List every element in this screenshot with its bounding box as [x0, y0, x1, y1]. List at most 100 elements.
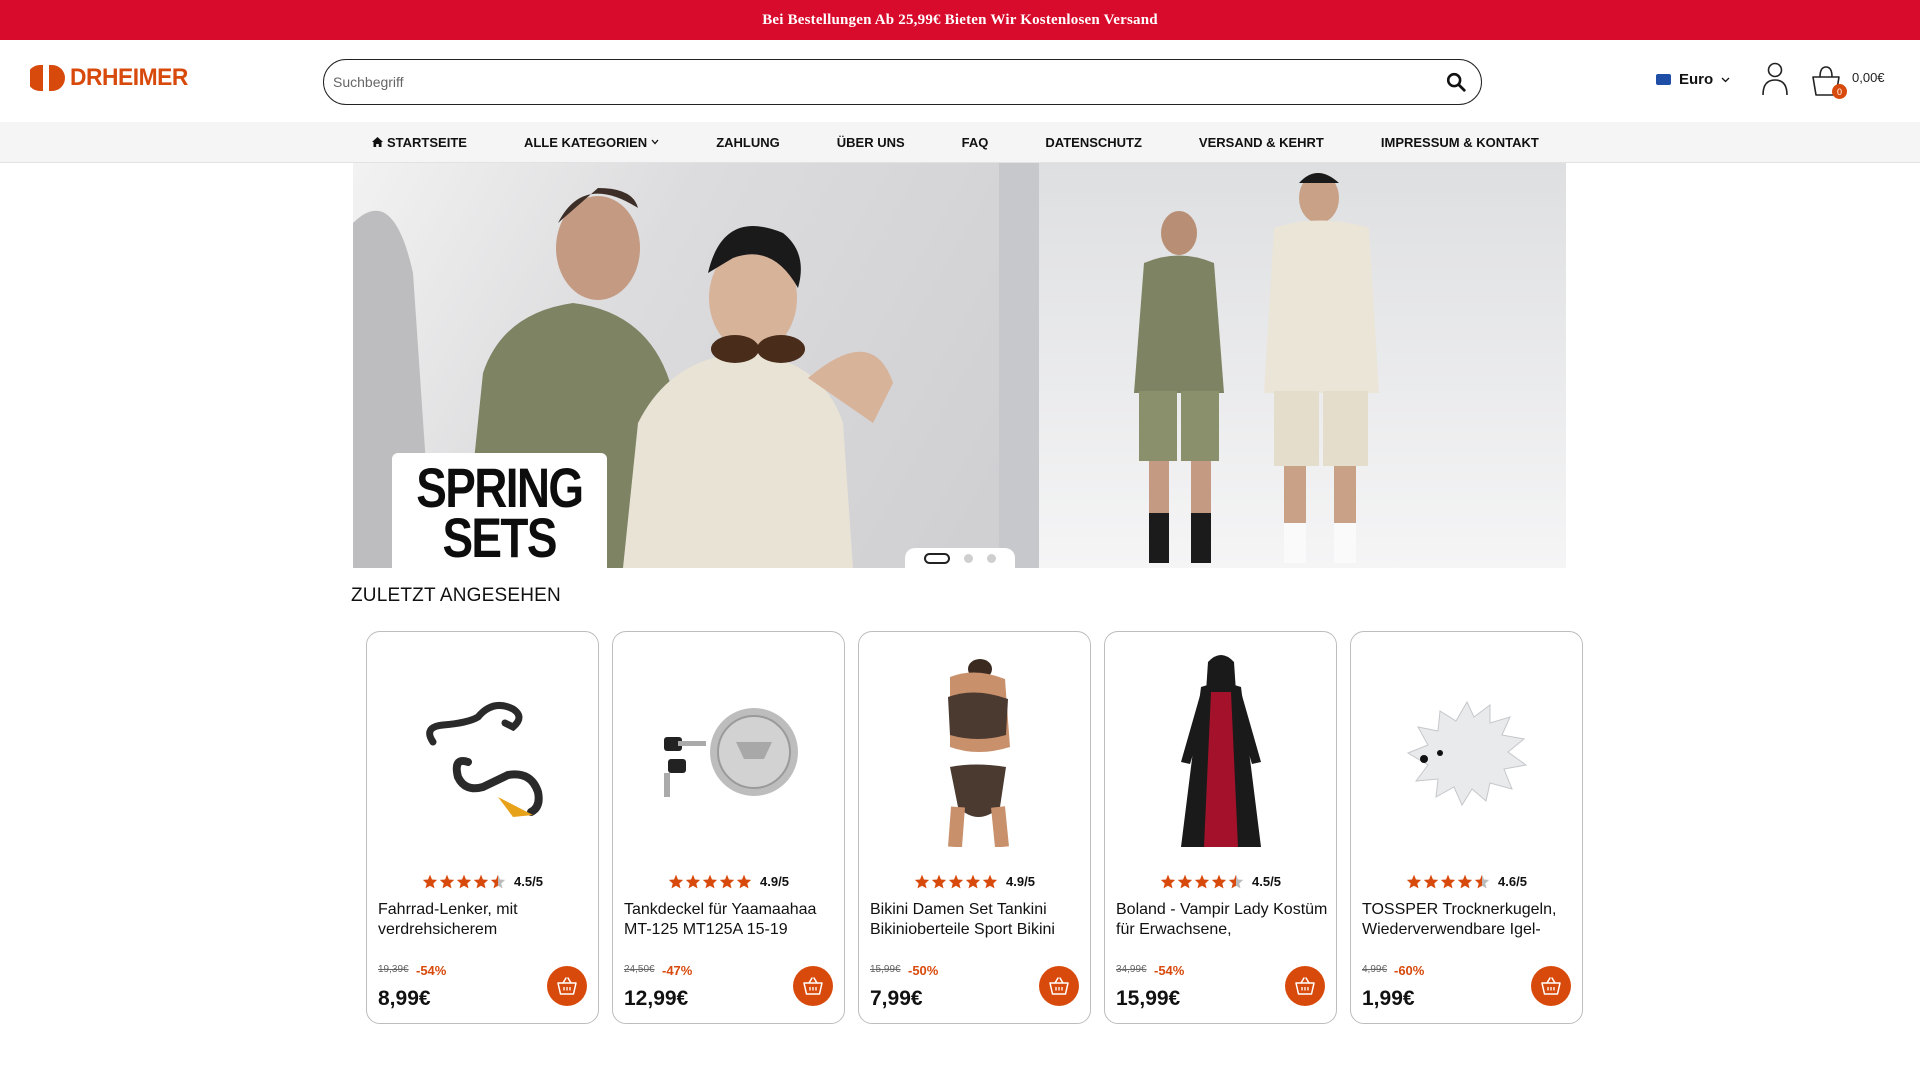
logo-text: DRHEIMER — [70, 64, 188, 91]
product-price: 1,99€ — [1362, 987, 1415, 1010]
dryer-ball-image — [1406, 700, 1527, 807]
spring-sets-label: SPRING SETS — [392, 453, 607, 568]
search-input[interactable] — [333, 74, 1445, 90]
rating-stars — [1160, 874, 1244, 889]
currency-label: Euro — [1679, 71, 1714, 88]
nav-item-payment[interactable]: ZAHLUNG — [716, 135, 780, 150]
logo-icon — [30, 65, 65, 91]
nav-item-about[interactable]: ÜBER UNS — [837, 135, 905, 150]
search-icon[interactable] — [1445, 71, 1467, 93]
product-name[interactable]: Boland - Vampir Lady Kostüm für Erwachse… — [1116, 900, 1331, 940]
handlebar-image — [425, 701, 543, 817]
product-image[interactable] — [1105, 652, 1336, 852]
star-icon — [1440, 874, 1456, 889]
hero-banner[interactable]: SPRING SETS — [353, 163, 1566, 568]
fuel-cap-image — [663, 708, 798, 797]
basket-icon — [803, 977, 823, 995]
user-icon[interactable] — [1761, 62, 1789, 96]
product-rating: 4.6/5 — [1351, 874, 1582, 889]
star-icon — [456, 874, 472, 889]
nav-item-faq[interactable]: FAQ — [962, 135, 989, 150]
product-card[interactable]: 4.5/5 Fahrrad-Lenker, mit verdrehsichere… — [366, 631, 599, 1024]
cart-total: 0,00€ — [1852, 70, 1885, 85]
product-image[interactable] — [613, 652, 844, 852]
banner-models-standing-image — [999, 163, 1379, 568]
rating-value: 4.9/5 — [1006, 874, 1035, 889]
product-price: 12,99€ — [624, 987, 689, 1010]
add-to-cart-button[interactable] — [547, 966, 587, 1006]
header: DRHEIMER Euro 0 0,00€ — [0, 40, 1920, 122]
promo-bar: Bei Bestellungen Ab 25,99€ Bieten Wir Ko… — [0, 0, 1920, 40]
star-icon — [965, 874, 981, 889]
star-icon — [1406, 874, 1422, 889]
star-icon — [1457, 874, 1473, 889]
star-icon — [948, 874, 964, 889]
product-name[interactable]: Fahrrad-Lenker, mit verdrehsicherem — [378, 900, 593, 940]
promo-text: Bei Bestellungen Ab 25,99€ Bieten Wir Ko… — [762, 11, 1158, 28]
discount-badge: -54% — [1154, 963, 1185, 978]
nav-item-privacy[interactable]: DATENSCHUTZ — [1045, 135, 1142, 150]
cart-button[interactable]: 0 0,00€ — [1810, 64, 1885, 99]
old-price: 24,50€ — [624, 964, 655, 975]
add-to-cart-button[interactable] — [793, 966, 833, 1006]
product-card[interactable]: 4.6/5 TOSSPER Trocknerkugeln, Wiederverw… — [1350, 631, 1583, 1024]
rating-stars — [422, 874, 506, 889]
add-to-cart-button[interactable] — [1531, 966, 1571, 1006]
product-image[interactable] — [859, 652, 1090, 852]
star-icon — [931, 874, 947, 889]
rating-value: 4.6/5 — [1498, 874, 1527, 889]
product-name[interactable]: Bikini Damen Set Tankini Bikinioberteile… — [870, 900, 1085, 940]
product-name[interactable]: TOSSPER Trocknerkugeln, Wiederverwendbar… — [1362, 900, 1577, 940]
nav-item-shipping[interactable]: VERSAND & KEHRT — [1199, 135, 1324, 150]
rating-stars — [668, 874, 752, 889]
product-card[interactable]: 4.9/5 Bikini Damen Set Tankini Bikiniobe… — [858, 631, 1091, 1024]
rating-stars — [914, 874, 998, 889]
basket-icon — [1541, 977, 1561, 995]
old-price: 34,99€ — [1116, 964, 1147, 975]
product-price: 8,99€ — [378, 987, 431, 1010]
product-name[interactable]: Tankdeckel für Yaamaahaa MT-125 MT125A 1… — [624, 900, 839, 940]
discount-badge: -54% — [416, 963, 447, 978]
product-image[interactable] — [1351, 652, 1582, 852]
star-icon — [473, 874, 489, 889]
chevron-down-icon — [1721, 77, 1730, 82]
banner-photo-right — [999, 163, 1566, 568]
product-price: 15,99€ — [1116, 987, 1181, 1010]
carousel-dots — [905, 548, 1015, 568]
discount-badge: -47% — [662, 963, 693, 978]
star-icon — [914, 874, 930, 889]
product-rating: 4.9/5 — [613, 874, 844, 889]
nav-item-imprint[interactable]: IMPRESSUM & KONTAKT — [1381, 135, 1539, 150]
carousel-dot-3[interactable] — [987, 553, 996, 563]
home-icon — [372, 137, 383, 147]
discount-badge: -50% — [908, 963, 939, 978]
nav-item-home[interactable]: STARTSEITE — [372, 135, 467, 150]
product-rating: 4.5/5 — [367, 874, 598, 889]
star-icon — [1177, 874, 1193, 889]
star-icon — [1228, 874, 1244, 889]
currency-selector[interactable]: Euro — [1656, 71, 1730, 88]
star-icon — [439, 874, 455, 889]
add-to-cart-button[interactable] — [1039, 966, 1079, 1006]
main-nav: STARTSEITE ALLE KATEGORIEN ZAHLUNG ÜBER … — [0, 122, 1920, 163]
old-price: 19,39€ — [378, 964, 409, 975]
star-icon — [1194, 874, 1210, 889]
logo[interactable]: DRHEIMER — [30, 62, 194, 94]
carousel-dot-2[interactable] — [964, 553, 973, 563]
star-icon — [982, 874, 998, 889]
star-icon — [702, 874, 718, 889]
carousel-dot-1[interactable] — [924, 552, 950, 564]
product-card[interactable]: 4.9/5 Tankdeckel für Yaamaahaa MT-125 MT… — [612, 631, 845, 1024]
star-icon — [1423, 874, 1439, 889]
rating-value: 4.5/5 — [514, 874, 543, 889]
banner-photo-left: SPRING SETS — [353, 163, 999, 568]
product-card[interactable]: 4.5/5 Boland - Vampir Lady Kostüm für Er… — [1104, 631, 1337, 1024]
add-to-cart-button[interactable] — [1285, 966, 1325, 1006]
product-rating: 4.9/5 — [859, 874, 1090, 889]
old-price: 4,99€ — [1362, 964, 1388, 975]
star-icon — [1211, 874, 1227, 889]
search-bar — [323, 59, 1482, 105]
product-image[interactable] — [367, 652, 598, 852]
star-icon — [490, 874, 506, 889]
nav-item-categories[interactable]: ALLE KATEGORIEN — [524, 135, 659, 150]
